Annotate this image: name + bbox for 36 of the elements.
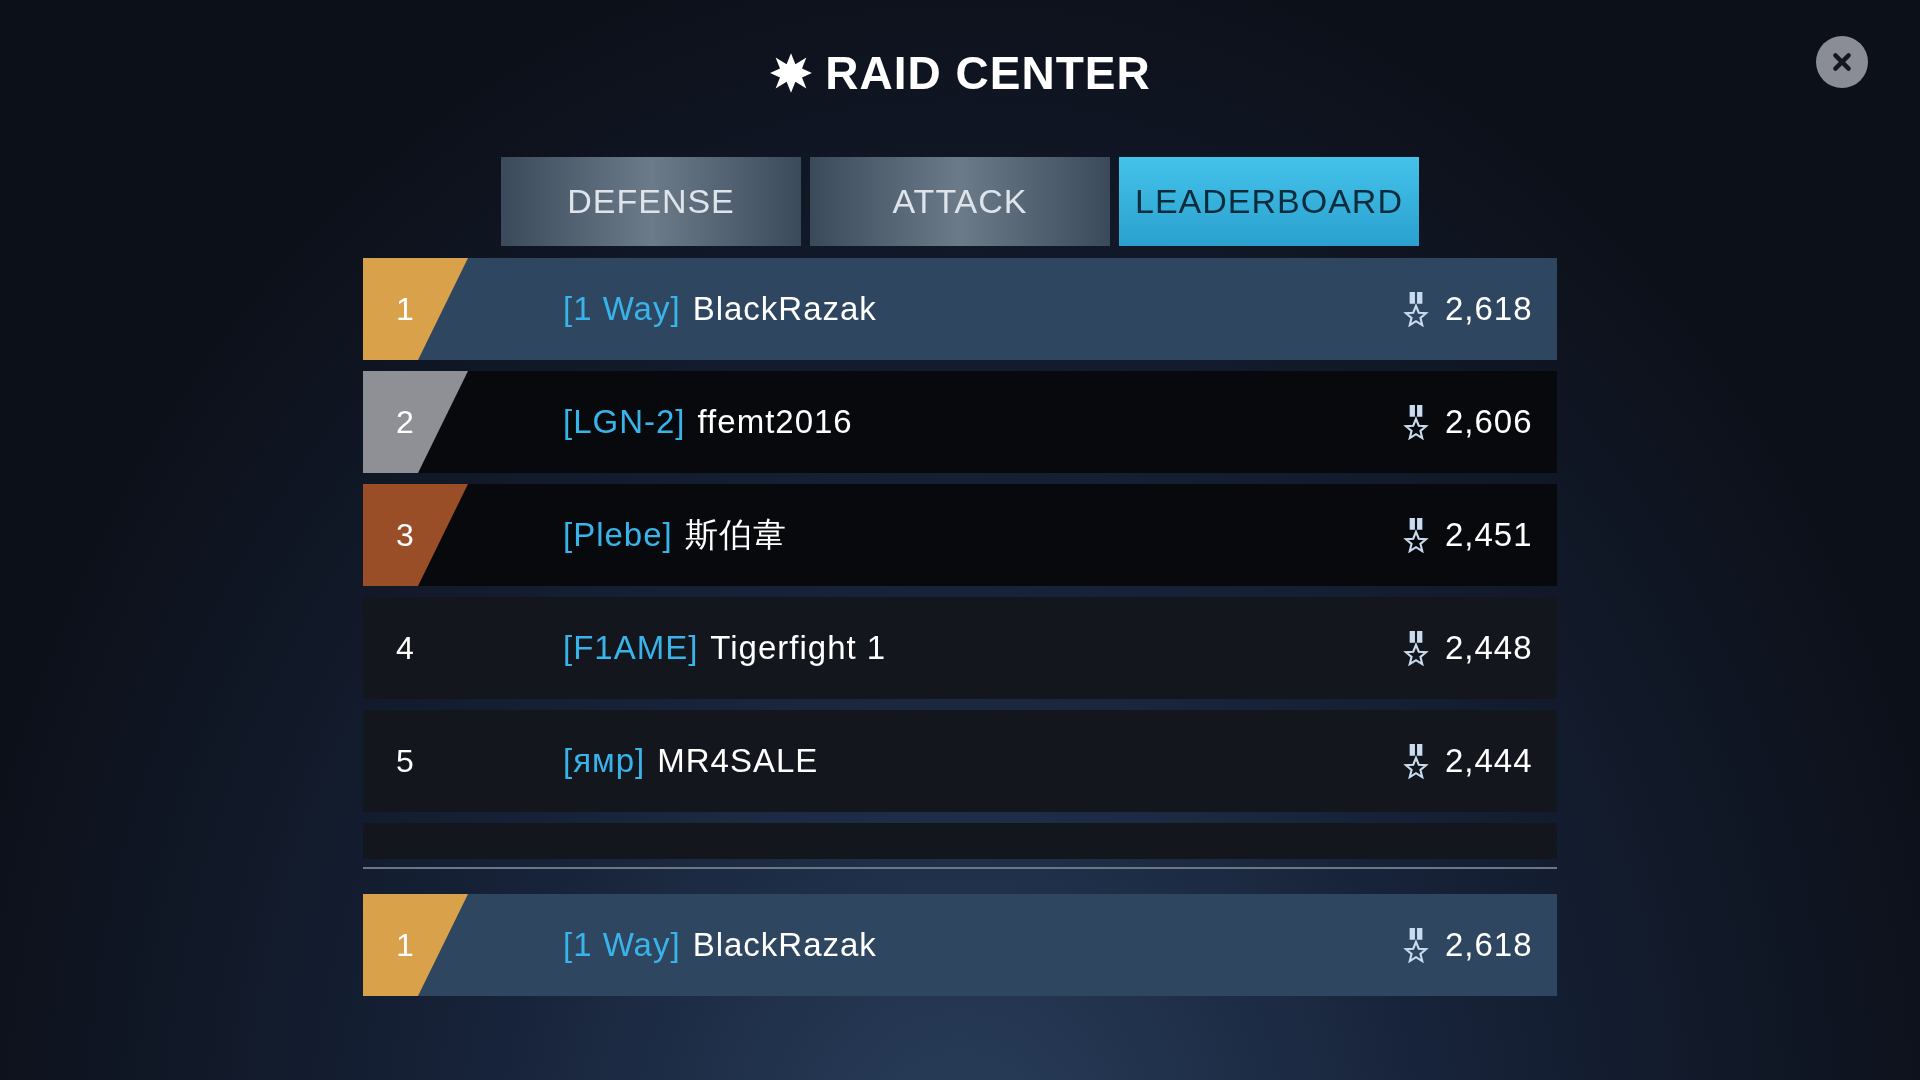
rank-number: 2	[396, 403, 414, 441]
medal-icon	[1403, 291, 1429, 327]
clan-tag: [1 Way]	[563, 926, 681, 964]
medal-icon	[1403, 927, 1429, 963]
tab[interactable]: LEADERBOARD	[1119, 157, 1419, 246]
medal-icon	[1403, 404, 1429, 440]
clan-tag: [1 Way]	[563, 290, 681, 328]
rank-number: 3	[396, 516, 414, 554]
clan-tag: [LGN-2]	[563, 403, 686, 441]
clan-tag: [Plebe]	[563, 516, 673, 554]
rank-number: 1	[396, 290, 414, 328]
medal-icon	[1403, 743, 1429, 779]
player-name: MR4SALE	[657, 742, 820, 780]
close-icon	[1831, 51, 1853, 73]
tab[interactable]: DEFENSE	[501, 157, 801, 246]
medal-icon	[1403, 630, 1429, 666]
clan-tag: [ямр]	[563, 742, 646, 780]
player-name: BlackRazak	[692, 926, 878, 964]
window-title: RAID CENTER	[825, 46, 1151, 100]
tab[interactable]: ATTACK	[810, 157, 1110, 246]
leaderboard-row[interactable]: 4 [F1AME] Tigerfight 1 2,448	[363, 597, 1557, 699]
player-name: Tigerfight 1	[710, 629, 888, 667]
leaderboard-row[interactable]: 2 [LGN-2] ffemt2016 2,606	[363, 371, 1557, 473]
leaderboard-row[interactable]: 3 [Plebe] 斯伯韋 2,451	[363, 484, 1557, 586]
close-button[interactable]	[1816, 36, 1868, 88]
rank-number: 1	[396, 926, 414, 964]
leaderboard-row[interactable]: 5 [ямр] MR4SALE 2,444	[363, 710, 1557, 812]
player-name: 斯伯韋	[684, 514, 788, 555]
medal-icon	[1403, 517, 1429, 553]
player-name: ffemt2016	[697, 403, 854, 441]
player-name: BlackRazak	[692, 290, 878, 328]
rank-number: 5	[396, 742, 414, 780]
clan-tag: [F1AME]	[563, 629, 699, 667]
burst-icon	[769, 51, 814, 95]
rank-number: 4	[396, 629, 414, 667]
leaderboard-row[interactable]: 1 [1 Way] BlackRazak 2,618	[363, 258, 1557, 360]
